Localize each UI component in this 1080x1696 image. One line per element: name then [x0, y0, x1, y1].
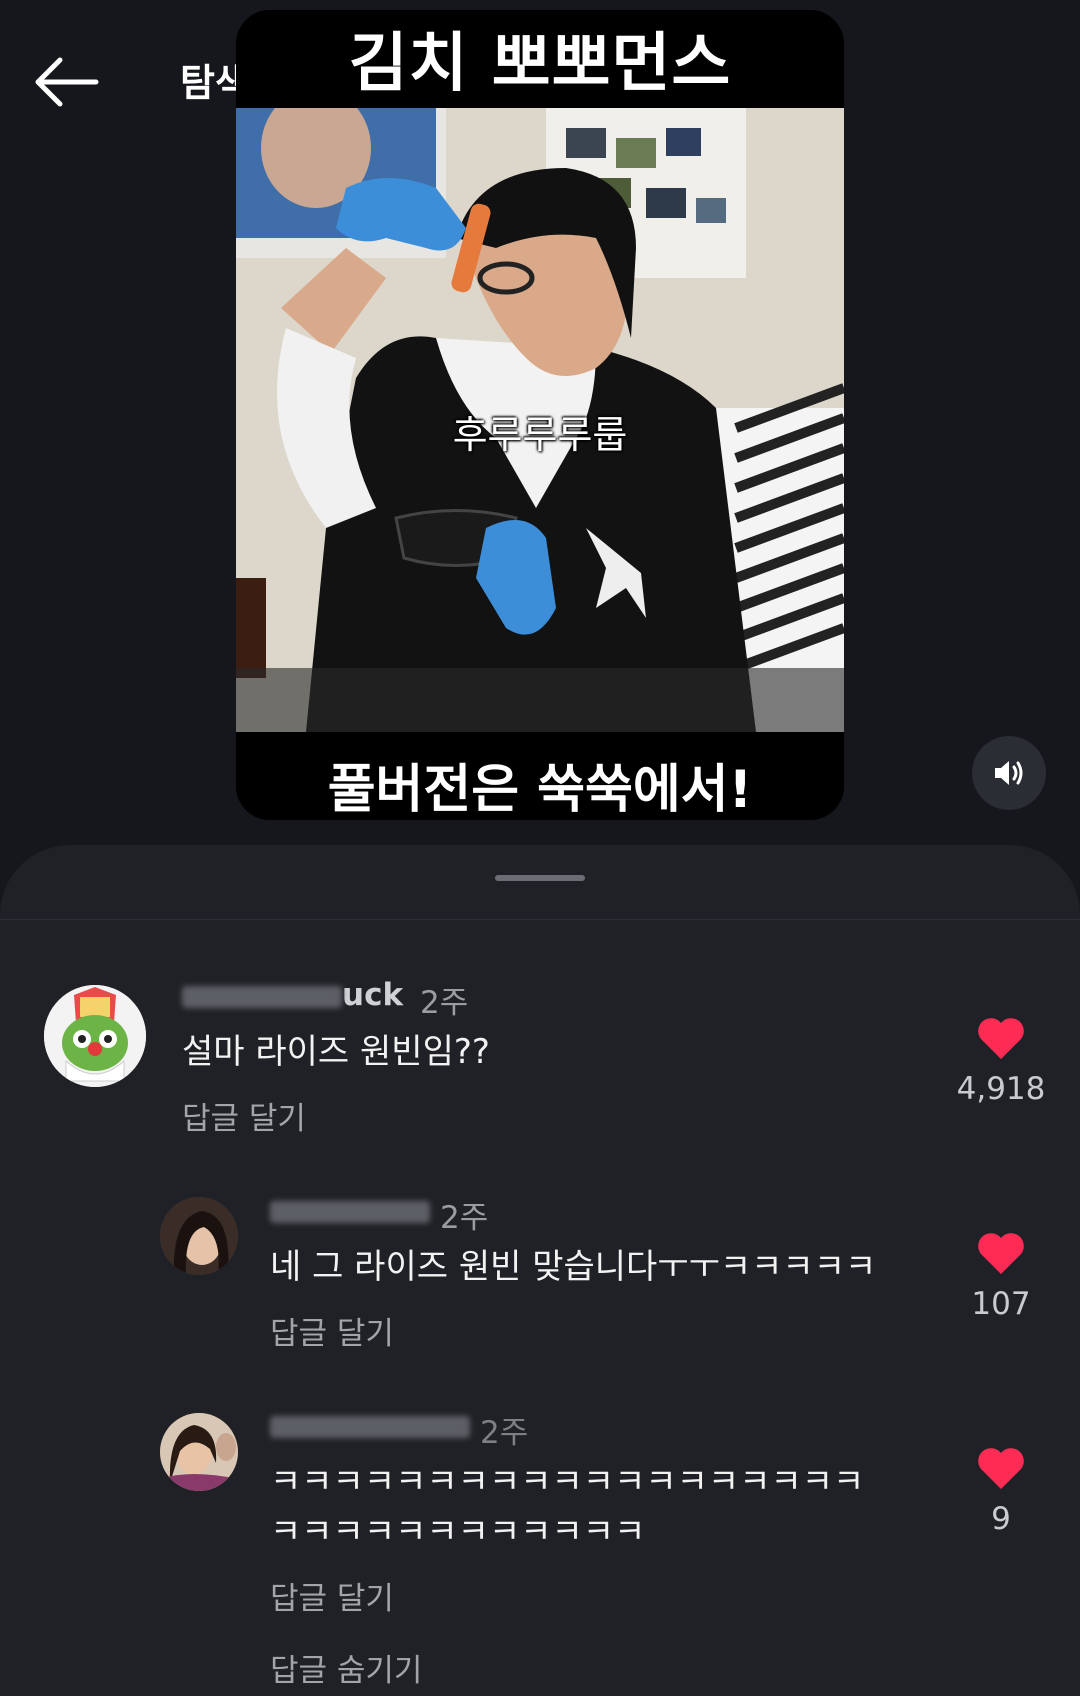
comment-time: 2주	[440, 1200, 489, 1236]
avatar[interactable]	[160, 1413, 238, 1491]
video-bottom-caption-bar: 풀버전은 쑥쑥에서!	[236, 732, 844, 820]
avatar-image	[160, 1413, 238, 1491]
comment-text: ㅋㅋㅋㅋㅋㅋㅋㅋㅋㅋㅋㅋㅋㅋㅋㅋㅋㅋㅋ	[270, 1462, 865, 1502]
like-count: 9	[991, 1501, 1011, 1537]
arrow-left-icon	[35, 57, 99, 107]
like-button[interactable]: 4,918	[951, 1017, 1051, 1107]
like-button[interactable]: 9	[951, 1447, 1051, 1537]
video-bottom-caption: 풀버전은 쑥쑥에서!	[327, 760, 753, 820]
comment-text: 설마 라이즈 원빈임??	[182, 1032, 490, 1072]
hide-replies-button[interactable]: 답글 숨기기	[270, 1645, 422, 1690]
comment-text-continued: ㅋㅋㅋㅋㅋㅋㅋㅋㅋㅋㅋㅋ	[270, 1512, 646, 1552]
comment-time: 2주	[480, 1415, 529, 1451]
comment-item: uck 2주 설마 라이즈 원빈임?? 답글 달기 4,918	[0, 845, 1080, 1137]
like-count: 107	[971, 1286, 1031, 1322]
heart-icon	[978, 1018, 1024, 1059]
video-top-caption-bar: 김치 뽀뽀먼스	[236, 10, 844, 108]
volume-button[interactable]	[972, 736, 1046, 810]
avatar[interactable]	[160, 1197, 238, 1275]
comment-username[interactable]	[270, 1192, 430, 1228]
video-player[interactable]: 김치 뽀뽀먼스 후루루루룹 풀버전은 쑥쑥에서!	[236, 10, 844, 820]
heart-icon	[978, 1448, 1024, 1489]
speaker-icon	[995, 761, 1023, 785]
reply-button[interactable]: 답글 달기	[182, 1093, 306, 1138]
comment-username[interactable]: uck	[182, 977, 403, 1013]
video-top-caption: 김치 뽀뽀먼스	[348, 27, 732, 101]
like-button[interactable]: 107	[951, 1232, 1051, 1322]
avatar-image	[160, 1197, 238, 1275]
back-button[interactable]	[30, 52, 102, 112]
avatar[interactable]	[44, 985, 146, 1087]
comments-sheet: uck 2주 설마 라이즈 원빈임?? 답글 달기 4,918 2주 네 그 라…	[0, 845, 1080, 1696]
video-subtitle: 후루루루룹	[452, 413, 628, 457]
comment-text: 네 그 라이즈 원빈 맞습니다ㅜㅜㅋㅋㅋㅋㅋ	[270, 1247, 877, 1287]
comment-time: 2주	[420, 985, 469, 1021]
comment-username[interactable]	[270, 1407, 470, 1443]
reply-button[interactable]: 답글 달기	[270, 1573, 394, 1618]
avatar-image	[44, 985, 146, 1087]
reply-button[interactable]: 답글 달기	[270, 1308, 394, 1353]
like-count: 4,918	[956, 1071, 1046, 1107]
video-frame: 후루루루룹	[236, 108, 844, 732]
heart-icon	[978, 1233, 1024, 1274]
